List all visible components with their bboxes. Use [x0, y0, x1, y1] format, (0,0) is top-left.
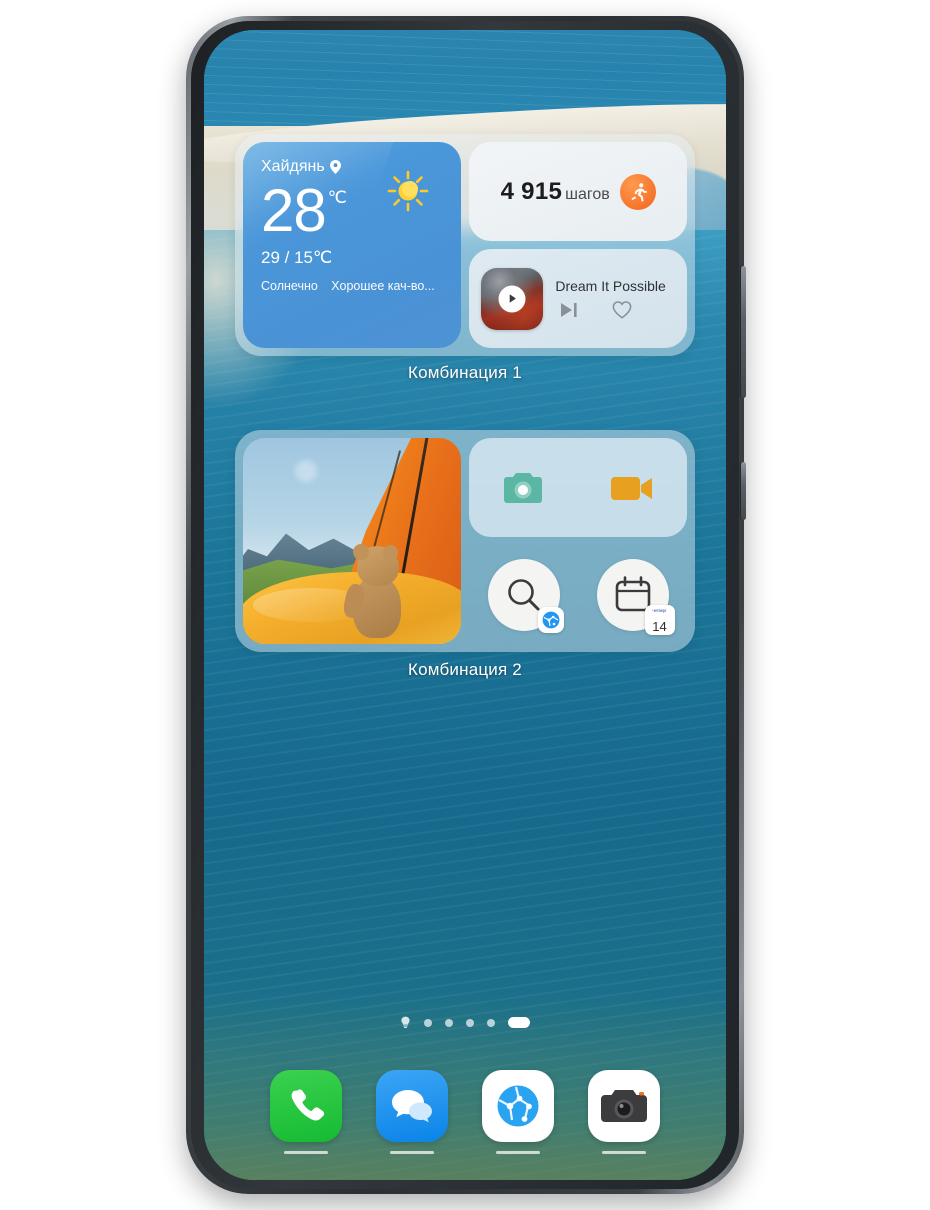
page-indicator — [204, 1016, 726, 1029]
location-pin-icon — [329, 160, 341, 174]
browser-globe-icon — [537, 606, 564, 633]
shortcut-row: четверг 14 — [469, 545, 687, 644]
widget-group-2-label: Комбинация 2 — [408, 660, 522, 679]
chat-bubbles-icon[interactable] — [376, 1070, 448, 1142]
music-track-title: Dream It Possible — [555, 277, 666, 294]
dock-item-phone[interactable] — [270, 1070, 342, 1154]
group-1-right-column: 4 915 шагов Dream It Possible — [469, 142, 687, 348]
globe-icon[interactable] — [482, 1070, 554, 1142]
camera-body-icon[interactable] — [588, 1070, 660, 1142]
photo-widget[interactable] — [243, 438, 461, 644]
music-widget[interactable]: Dream It Possible — [469, 249, 687, 348]
steps-text-block: 4 915 шагов — [501, 178, 610, 206]
phone-handset-icon[interactable] — [270, 1070, 342, 1142]
dock-label-placeholder — [602, 1151, 646, 1154]
page-dot-2[interactable] — [424, 1018, 432, 1027]
widget-group-1-label: Комбинация 1 — [408, 363, 522, 382]
calendar-shortcut[interactable]: четверг 14 — [596, 558, 675, 635]
photo-sun-glow — [295, 460, 317, 482]
lightbulb-icon[interactable] — [400, 1016, 411, 1029]
video-camera-icon[interactable] — [610, 473, 654, 503]
teddy-ear-left — [353, 544, 369, 560]
search-magnifier-icon — [507, 578, 539, 610]
dock-label-placeholder — [284, 1151, 328, 1154]
dock-label-placeholder — [390, 1151, 434, 1154]
music-info: Dream It Possible — [555, 277, 666, 320]
dock-item-browser[interactable] — [482, 1070, 554, 1154]
calendar-badge-day: 14 — [652, 618, 667, 634]
weather-city-label: Хайдянь — [261, 158, 325, 175]
weather-temperature-unit: ℃ — [327, 188, 347, 207]
weather-temperature-row: 28 ℃ — [261, 177, 445, 244]
screenshot-stage: Хайдянь 28 ℃ 29 / 15℃ Солнечно Хорошее к… — [0, 0, 930, 1210]
search-shortcut[interactable] — [487, 558, 564, 633]
photo-teddy-bear — [341, 544, 407, 638]
weather-temperature: 28 — [261, 177, 327, 244]
steps-unit-label: шагов — [565, 185, 610, 203]
weather-air-quality: Хорошее кач-во... — [331, 279, 435, 293]
steps-widget[interactable]: 4 915 шагов — [469, 142, 687, 241]
dock-label-placeholder — [496, 1151, 540, 1154]
weather-range: 29 / 15℃ — [261, 248, 333, 267]
steps-count: 4 915 — [500, 177, 563, 205]
running-person-icon — [619, 173, 656, 210]
page-dot-4[interactable] — [466, 1018, 474, 1027]
page-dot-5[interactable] — [487, 1018, 495, 1027]
skip-next-icon[interactable] — [559, 301, 581, 319]
weather-widget[interactable]: Хайдянь 28 ℃ 29 / 15℃ Солнечно Хорошее к… — [243, 142, 462, 348]
heart-outline-icon[interactable] — [611, 300, 633, 320]
camera-icon[interactable] — [502, 469, 544, 507]
weather-city-row: Хайдянь — [261, 158, 445, 212]
calendar-date-badge: четверг 14 — [644, 604, 675, 635]
phone-screen: Хайдянь 28 ℃ 29 / 15℃ Солнечно Хорошее к… — [204, 30, 726, 1180]
weather-description-row: Солнечно Хорошее кач-во... — [261, 279, 445, 293]
volume-rocker-button[interactable] — [741, 266, 746, 398]
widget-group-combination-2[interactable]: четверг 14 — [235, 430, 695, 652]
widget-group-combination-1[interactable]: Хайдянь 28 ℃ 29 / 15℃ Солнечно Хорошее к… — [235, 134, 695, 356]
power-button[interactable] — [741, 462, 746, 520]
music-controls — [555, 300, 665, 320]
teddy-ear-right — [383, 545, 398, 560]
page-dot-3[interactable] — [445, 1018, 453, 1027]
page-dot-active[interactable] — [508, 1017, 530, 1028]
calendar-badge-weekday: четверг — [652, 607, 667, 613]
play-icon[interactable] — [498, 285, 526, 312]
weather-condition: Солнечно — [261, 279, 318, 293]
camera-shortcuts-tile[interactable] — [469, 438, 687, 537]
album-art[interactable] — [481, 267, 544, 330]
dock-item-camera[interactable] — [588, 1070, 660, 1154]
dock-item-messages[interactable] — [376, 1070, 448, 1154]
dock — [204, 1070, 726, 1154]
group-2-right-column: четверг 14 — [469, 438, 687, 644]
